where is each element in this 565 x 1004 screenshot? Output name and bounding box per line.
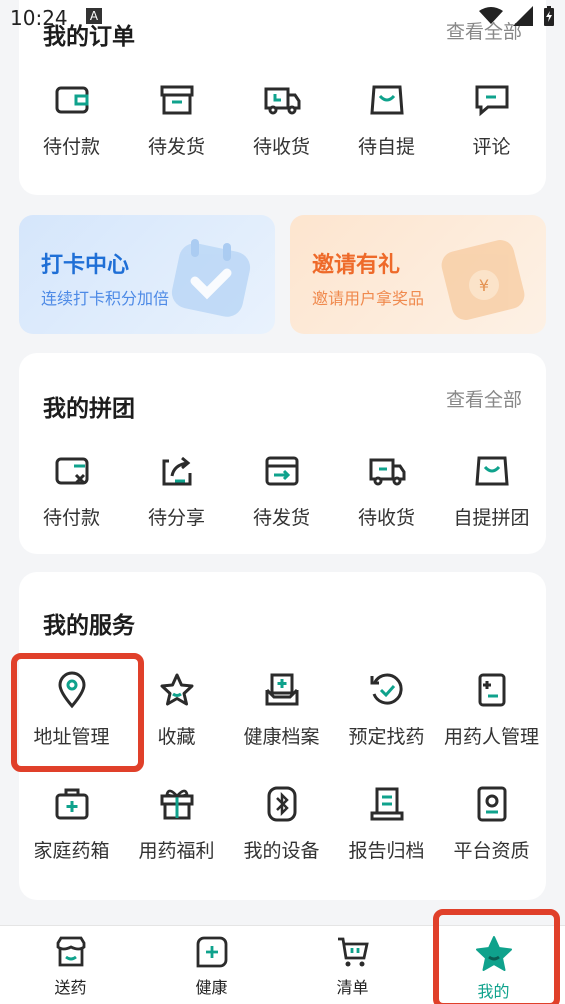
health-record-icon xyxy=(265,673,298,706)
services-card: 我的服务 地址管理 收藏 健康档案 预定找药 用药人管理 家庭药箱 用药福利 我… xyxy=(19,572,546,900)
tab-delivery[interactable]: 送药 xyxy=(0,926,141,1004)
service-health-records[interactable]: 健康档案 xyxy=(229,670,334,749)
order-pending-shipment[interactable]: 待发货 xyxy=(124,80,229,159)
bag-icon xyxy=(369,85,404,115)
patient-icon xyxy=(478,673,505,707)
promo-subtitle: 邀请用户拿奖品 xyxy=(312,289,425,308)
health-plus-icon xyxy=(196,936,227,968)
order-label: 待发货 xyxy=(147,136,205,158)
service-report-archive[interactable]: 报告归档 xyxy=(334,784,439,863)
tab-health[interactable]: 健康 xyxy=(141,926,282,1004)
service-patient-management[interactable]: 用药人管理 xyxy=(439,670,544,749)
box-arrow-icon xyxy=(265,456,298,486)
service-label: 健康档案 xyxy=(243,726,320,748)
star-icon xyxy=(160,673,193,706)
share-icon xyxy=(162,456,191,486)
cart-icon xyxy=(337,937,369,967)
tab-label: 清单 xyxy=(336,978,369,997)
service-favorites[interactable]: 收藏 xyxy=(124,670,229,749)
services-title: 我的服务 xyxy=(43,613,135,639)
tab-mine[interactable]: 我的 xyxy=(423,926,564,1004)
promo-title: 打卡中心 xyxy=(41,253,130,278)
gift-icon xyxy=(160,789,193,820)
order-self-pickup[interactable]: 待自提 xyxy=(334,80,439,159)
order-label: 待自提 xyxy=(357,136,415,158)
service-label: 用药人管理 xyxy=(443,726,539,748)
group-pending-receipt[interactable]: 待收货 xyxy=(334,451,439,530)
service-label: 预定找药 xyxy=(348,726,425,748)
orders-title: 我的订单 xyxy=(43,24,135,50)
wallet-x-icon xyxy=(55,457,88,485)
group-buy-view-all[interactable]: 查看全部 xyxy=(446,385,522,412)
envelope-coin-icon: ¥ xyxy=(441,240,525,320)
calendar-check-icon xyxy=(171,239,251,317)
reorder-icon xyxy=(370,673,403,705)
service-label: 家庭药箱 xyxy=(33,840,110,862)
truck-icon xyxy=(369,458,405,486)
group-self-pickup[interactable]: 自提拼团 xyxy=(439,451,544,530)
truck-icon xyxy=(264,87,300,115)
tab-label: 送药 xyxy=(54,978,87,997)
bluetooth-icon xyxy=(267,786,296,822)
order-label: 评论 xyxy=(472,136,511,158)
service-address-management[interactable]: 地址管理 xyxy=(19,670,124,749)
bag-icon xyxy=(474,456,509,486)
service-label: 平台资质 xyxy=(453,840,530,862)
service-platform-qualification[interactable]: 平台资质 xyxy=(439,784,544,863)
star-icon xyxy=(475,936,512,971)
medicine-box-icon xyxy=(55,788,88,820)
order-label: 待付款 xyxy=(42,136,100,158)
group-label: 待分享 xyxy=(147,507,205,529)
order-pending-receipt[interactable]: 待收货 xyxy=(229,80,334,159)
group-buy-title: 我的拼团 xyxy=(43,396,135,422)
order-pending-payment[interactable]: 待付款 xyxy=(19,80,124,159)
group-pending-payment[interactable]: 待付款 xyxy=(19,451,124,530)
tab-label: 健康 xyxy=(195,978,228,997)
service-label: 报告归档 xyxy=(348,840,425,862)
service-medicine-benefits[interactable]: 用药福利 xyxy=(124,784,229,863)
promo-subtitle: 连续打卡积分加倍 xyxy=(41,289,170,308)
tab-label: 我的 xyxy=(477,982,510,1001)
orders-view-all[interactable]: 查看全部 xyxy=(446,17,522,44)
report-icon xyxy=(370,787,403,821)
group-label: 待发货 xyxy=(252,507,310,529)
bottom-tab-bar: 送药 健康 清单 我的 xyxy=(0,925,565,1004)
group-label: 自提拼团 xyxy=(453,507,530,529)
service-my-devices[interactable]: 我的设备 xyxy=(229,784,334,863)
certificate-icon xyxy=(477,786,506,822)
service-label: 用药福利 xyxy=(138,840,215,862)
group-label: 待收货 xyxy=(357,507,415,529)
box-icon xyxy=(160,85,193,115)
invite-rewards-banner[interactable]: ¥ 邀请有礼 邀请用户拿奖品 xyxy=(290,215,546,334)
group-label: 待付款 xyxy=(42,507,100,529)
promo-title: 邀请有礼 xyxy=(312,253,401,278)
store-icon xyxy=(56,936,85,967)
service-label: 地址管理 xyxy=(33,726,110,748)
group-buy-card: 我的拼团 查看全部 待付款 待分享 待发货 待收货 自提拼团 xyxy=(19,353,546,554)
order-comment[interactable]: 评论 xyxy=(439,80,544,159)
group-pending-shipment[interactable]: 待发货 xyxy=(229,451,334,530)
service-reserve-medicine[interactable]: 预定找药 xyxy=(334,670,439,749)
orders-card: 我的订单 查看全部 待付款 待发货 待收货 待自提 评论 xyxy=(19,0,546,195)
wallet-icon xyxy=(55,86,88,114)
checkin-center-banner[interactable]: 打卡中心 连续打卡积分加倍 xyxy=(19,215,275,334)
svg-text:¥: ¥ xyxy=(479,276,489,295)
service-family-medicine-box[interactable]: 家庭药箱 xyxy=(19,784,124,863)
tab-list[interactable]: 清单 xyxy=(282,926,423,1004)
service-label: 我的设备 xyxy=(243,840,320,862)
order-label: 待收货 xyxy=(252,136,310,158)
location-pin-icon xyxy=(57,671,86,709)
group-pending-share[interactable]: 待分享 xyxy=(124,451,229,530)
comment-icon xyxy=(475,85,508,117)
service-label: 收藏 xyxy=(157,726,196,748)
